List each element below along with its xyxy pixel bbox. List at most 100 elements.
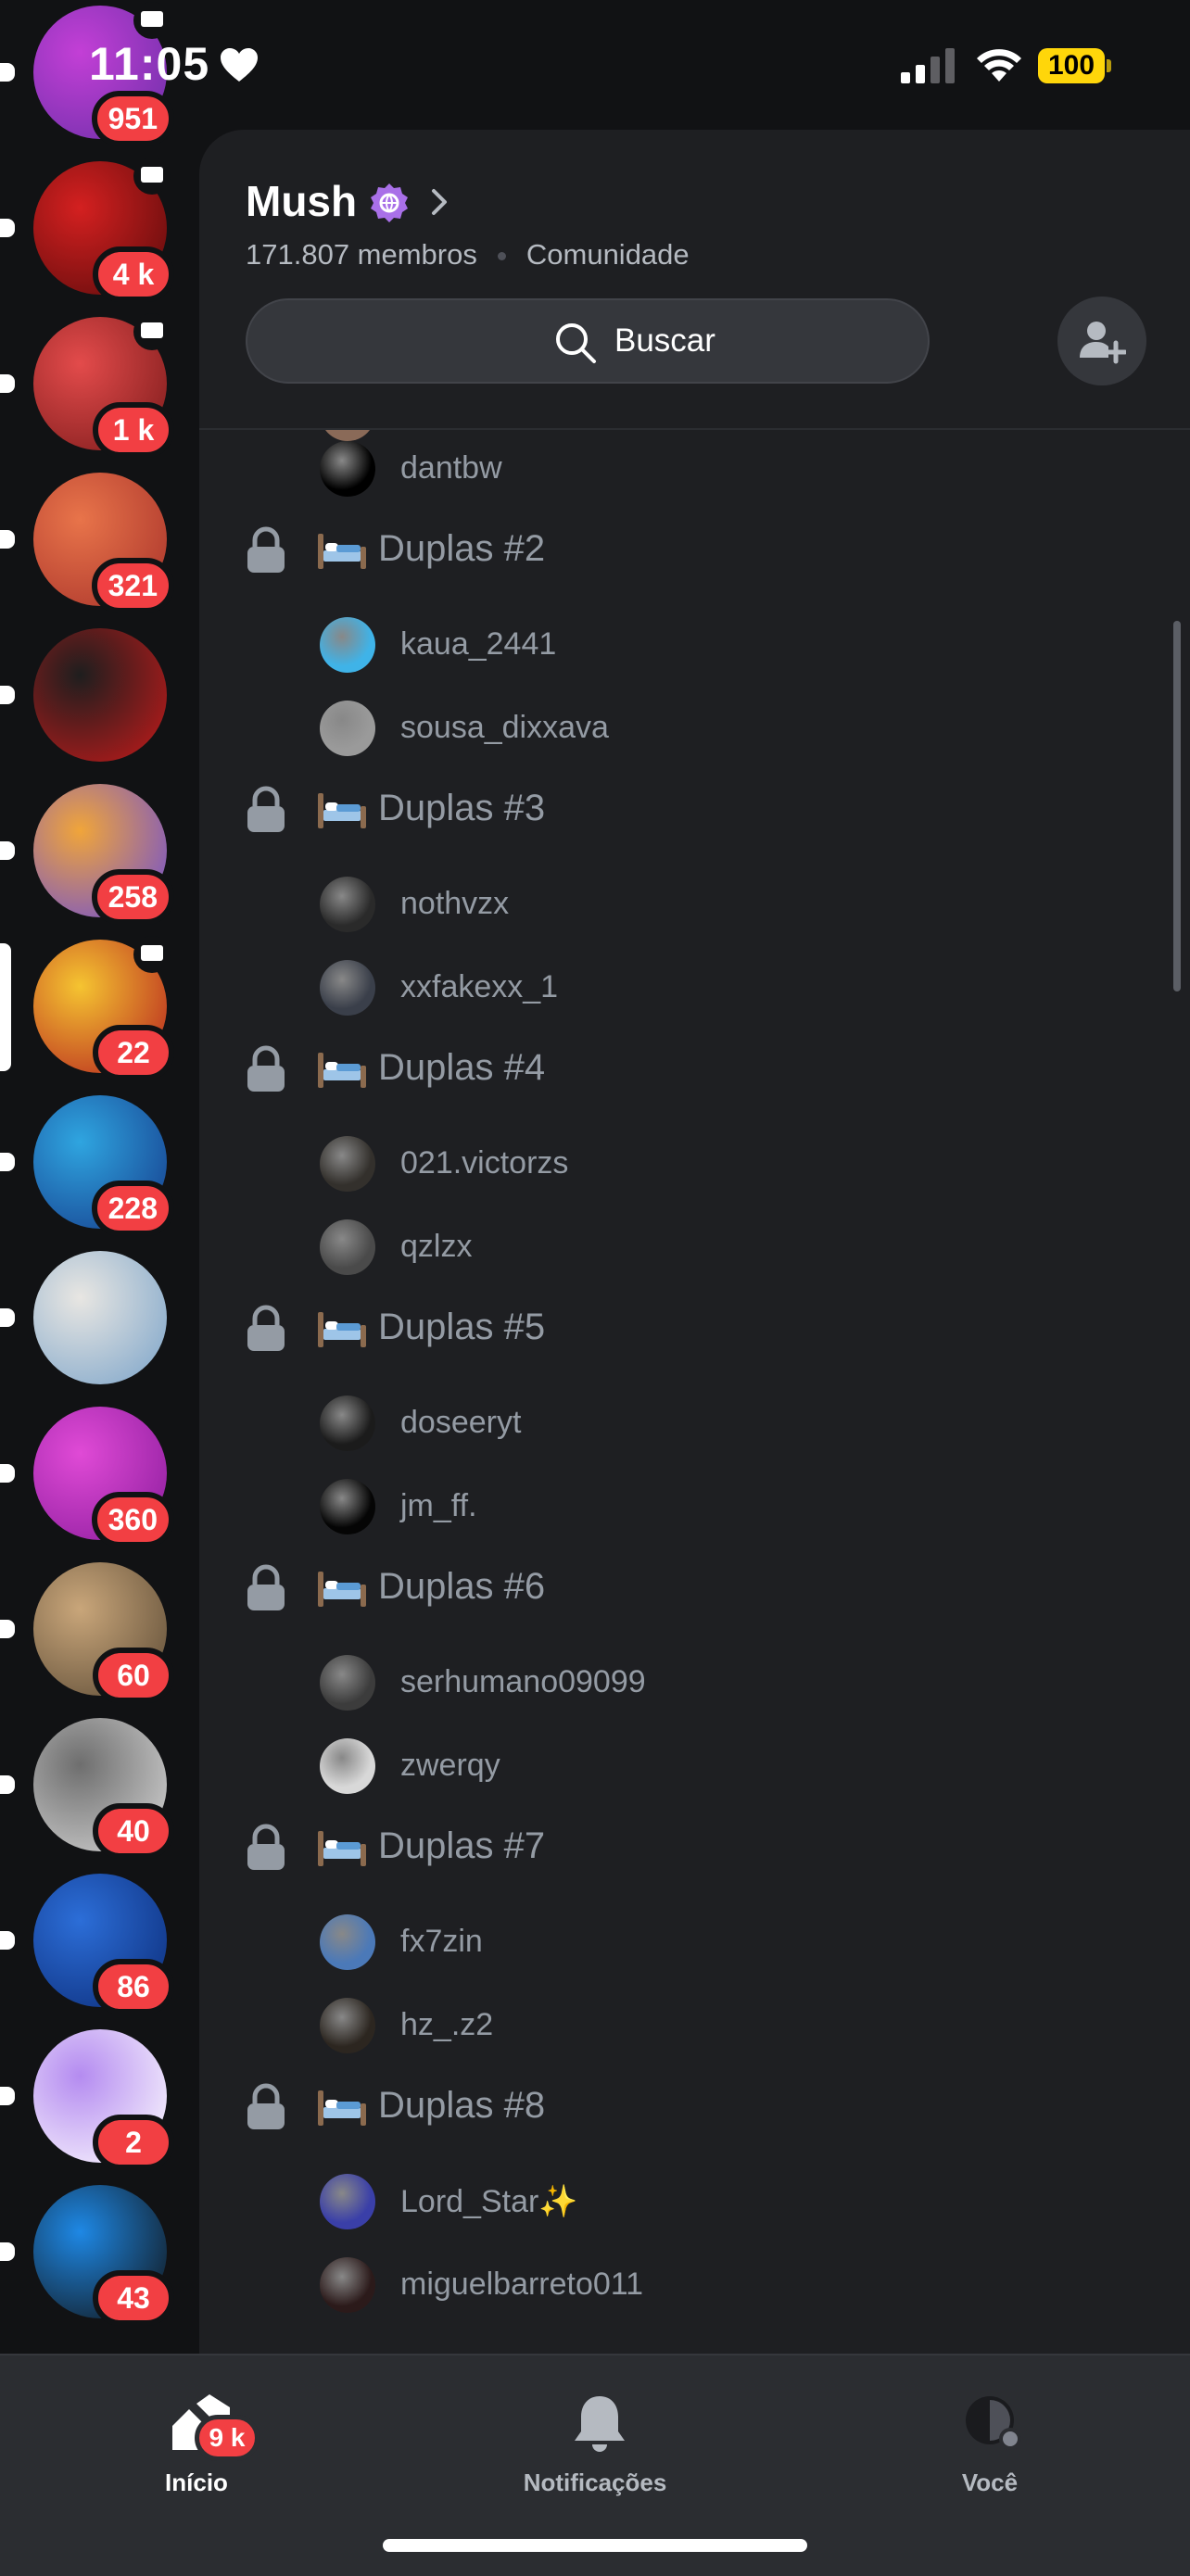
server-icon-3[interactable]: 1 k [0, 313, 174, 458]
member-name: xxfakexx_1 [400, 969, 559, 1004]
unread-indicator [0, 841, 15, 860]
member-row[interactable]: fx7zin [199, 1905, 1190, 1979]
member-name: dantbw [400, 450, 502, 486]
unread-indicator [0, 219, 15, 237]
server-icon-11[interactable]: 60 [0, 1562, 174, 1703]
server-icon-13[interactable]: 86 [0, 1874, 174, 2014]
server-icon-6[interactable]: 258 [0, 784, 174, 925]
member-row[interactable]: dantbw [199, 432, 1190, 506]
battery-indicator: 100 [1038, 48, 1112, 83]
member-row[interactable]: Lord_Star✨ [199, 2165, 1190, 2239]
lock-icon [246, 786, 286, 834]
channel-row[interactable]: Duplas #6 [199, 1553, 1190, 1627]
member-row[interactable]: miguelbarreto011 [199, 2248, 1190, 2322]
channel-row[interactable]: Duplas #7 [199, 1812, 1190, 1887]
member-avatar [320, 617, 375, 673]
member-row[interactable]: kaua_2441 [199, 608, 1190, 682]
server-rail[interactable]: 951 4 k1 k 321 258 22 228 360 60 40 86 2 43 [0, 0, 199, 2354]
channel-row[interactable]: Duplas #3 [199, 775, 1190, 849]
server-icon-10[interactable]: 360 [0, 1407, 174, 1547]
channel-name: Duplas #6 [378, 1566, 546, 1607]
lock-icon [246, 1824, 286, 1872]
member-row[interactable]: 021.victorzs [199, 1127, 1190, 1201]
member-row[interactable]: nothvzx [199, 867, 1190, 941]
member-row[interactable]: xxfakexx_1 [199, 951, 1190, 1025]
invite-members-button[interactable] [1057, 297, 1146, 385]
member-name: serhumano09099 [400, 1664, 646, 1699]
server-icon-12[interactable]: 40 [0, 1718, 174, 1859]
member-avatar [320, 1738, 375, 1794]
member-name: hz_.z2 [400, 2007, 494, 2042]
member-name: miguelbarreto011 [400, 2267, 644, 2302]
channel-name: Duplas #5 [378, 1307, 546, 1347]
mention-badge: 321 [91, 558, 174, 613]
member-avatar [320, 1219, 375, 1275]
battery-tip [1107, 59, 1111, 72]
member-row[interactable]: qzlzx [199, 1210, 1190, 1284]
unread-indicator [0, 2087, 15, 2105]
member-avatar [320, 960, 375, 1016]
member-name: Lord_Star✨ [400, 2184, 578, 2219]
server-icon-2[interactable]: 4 k [0, 158, 174, 302]
tab-label: Você [961, 2469, 1019, 2496]
mention-badge: 2 [93, 2115, 174, 2170]
channel-list[interactable]: dantbw Duplas #2 kaua_2441 sousa_dixxava Dup… [199, 430, 1190, 2354]
member-name: 021.victorzs [400, 1145, 569, 1181]
member-avatar [320, 441, 375, 497]
scrollbar-thumb[interactable] [1173, 621, 1181, 991]
lock-icon [246, 2083, 286, 2131]
home-badge: 9 k [195, 2415, 260, 2461]
member-row[interactable]: hz_.z2 [199, 1989, 1190, 2063]
bed-emoji-icon [316, 1308, 368, 1349]
member-row[interactable]: doseeryt [199, 1386, 1190, 1460]
member-name: nothvzx [400, 886, 510, 921]
member-row[interactable]: zwerqy [199, 1729, 1190, 1803]
status-time: 11:05 [89, 38, 210, 90]
member-avatar [320, 1914, 375, 1970]
mention-badge: 360 [91, 1492, 174, 1547]
tab-home[interactable]: 9 k Início [76, 2383, 317, 2513]
server-icon-14[interactable]: 2 [0, 2029, 174, 2170]
search-button[interactable]: Buscar [246, 298, 930, 384]
bed-emoji-icon [316, 1827, 368, 1868]
member-avatar [320, 1998, 375, 2053]
mention-badge: 228 [91, 1181, 174, 1236]
channel-name: Duplas #4 [378, 1047, 546, 1088]
server-icon-5[interactable] [0, 628, 167, 762]
channel-row[interactable]: Duplas #4 [199, 1034, 1190, 1108]
member-row[interactable]: sousa_dixxava [199, 691, 1190, 765]
bell-icon [575, 2396, 625, 2452]
chevron-right-icon[interactable] [429, 187, 449, 217]
home-indicator[interactable] [383, 2539, 807, 2552]
add-user-icon [1080, 322, 1126, 364]
tab-notifications[interactable]: Notificações [475, 2383, 715, 2513]
mention-badge: 40 [93, 1803, 174, 1859]
server-icon-15[interactable]: 43 [0, 2185, 174, 2326]
lock-icon [246, 1564, 286, 1612]
server-icon-8[interactable]: 228 [0, 1095, 174, 1236]
status-bar: 11:05 100 [0, 0, 1190, 130]
member-row[interactable]: jm_ff. [199, 1470, 1190, 1544]
channel-name: Duplas #7 [378, 1825, 546, 1866]
member-name: qzlzx [400, 1229, 473, 1264]
guild-name[interactable]: Mush [246, 176, 357, 226]
unread-indicator [0, 1153, 15, 1171]
channel-row[interactable]: Duplas #5 [199, 1294, 1190, 1368]
channel-row[interactable]: Duplas #2 [199, 515, 1190, 589]
lock-icon [246, 1045, 286, 1093]
bed-emoji-icon [316, 789, 368, 830]
server-avatar [33, 1251, 167, 1384]
search-icon [556, 323, 596, 363]
member-row[interactable]: serhumano09099 [199, 1646, 1190, 1720]
member-avatar [320, 1395, 375, 1451]
member-count: 171.807 membros [246, 238, 477, 271]
cellular-signal-icon [901, 48, 955, 83]
server-icon-9[interactable] [0, 1251, 167, 1384]
member-avatar [320, 2257, 375, 2313]
guild-meta: 171.807 membros Comunidade [246, 238, 690, 271]
tab-you[interactable]: Você [869, 2383, 1110, 2513]
channel-name: Duplas #3 [378, 788, 546, 828]
server-icon-4[interactable]: 321 [0, 473, 174, 613]
channel-row[interactable]: Duplas #8 [199, 2072, 1190, 2146]
server-icon-7[interactable]: 22 [0, 936, 174, 1080]
